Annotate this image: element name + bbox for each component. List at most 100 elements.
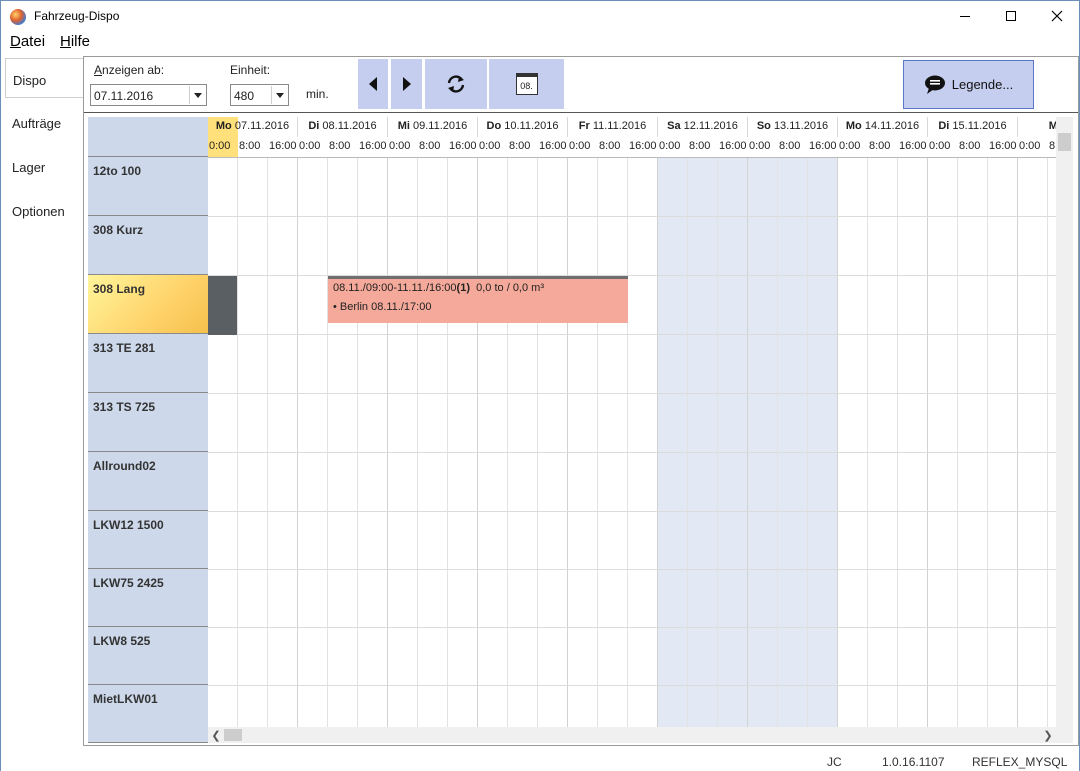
time-slot-header: 16:00 (719, 140, 747, 152)
booking-bar[interactable]: 08.11./09:00-11.11./16:00(1) 0,0 to / 0,… (328, 276, 628, 323)
start-date-select[interactable]: 07.11.2016 (90, 84, 207, 106)
app-icon (10, 9, 26, 25)
day-header: Mo 14.11.2016 (838, 117, 928, 137)
close-icon (1051, 10, 1063, 22)
time-slot-header: 0:00 (929, 140, 951, 152)
anzeigen-mnemonic: A (94, 63, 103, 77)
day-header: Di 15.11.2016 (928, 117, 1018, 137)
time-slot-header: 0:00 (749, 140, 771, 152)
anzeigen-ab-label: Anzeigen ab: (94, 63, 164, 77)
vehicle-row[interactable]: Allround02 (88, 452, 208, 511)
day-date: 12.11.2016 (683, 120, 738, 132)
status-database: REFLEX_MYSQL (972, 755, 1068, 769)
status-version: 1.0.16.1107 (882, 755, 945, 769)
slot-gridline (747, 158, 748, 727)
unit-select[interactable]: 480 (230, 84, 289, 106)
vehicle-row[interactable]: LKW8 525 (88, 627, 208, 685)
today-button[interactable]: 08. (489, 59, 564, 109)
slot-gridline (867, 158, 868, 727)
weekend-background (658, 158, 748, 727)
day-header: Sa 12.11.2016 (658, 117, 748, 137)
row-gridline (208, 627, 1056, 628)
day-date: 14.11.2016 (864, 120, 920, 132)
timeline[interactable]: 08.11./09:00-11.11./16:00(1) 0,0 to / 0,… (208, 117, 1056, 727)
time-slot-header: 8:00 (1049, 140, 1056, 152)
time-slot-header: 8:00 (869, 140, 891, 152)
row-gridline (208, 685, 1056, 686)
slot-gridline (237, 158, 238, 727)
slot-gridline (837, 158, 838, 727)
day-date: 07.11.2016 (234, 120, 290, 132)
vehicle-row[interactable]: 308 Lang (88, 275, 208, 334)
menu-hilfe-label: ilfe (70, 33, 91, 50)
day-of-week: Mi (397, 120, 410, 132)
chevron-down-icon[interactable] (271, 86, 287, 104)
day-header: Mi 16 (1018, 117, 1056, 137)
day-of-week: Mi (1048, 120, 1056, 132)
slot-gridline (387, 158, 388, 727)
horizontal-scrollbar[interactable]: ❮ ❯ (208, 727, 1056, 743)
time-slot-header: 8:00 (779, 140, 801, 152)
time-slot-header: 16:00 (989, 140, 1017, 152)
row-gridline (208, 393, 1056, 394)
nav-tab-auftraege[interactable]: Aufträge (5, 102, 83, 142)
minimize-button[interactable] (942, 1, 988, 31)
menu-hilfe[interactable]: Hilfe (60, 33, 90, 50)
calendar-icon-text: 08. (520, 80, 533, 91)
chevron-down-icon[interactable] (189, 86, 205, 104)
calendar-icon: 08. (515, 73, 538, 95)
vehicle-row[interactable]: 313 TS 725 (88, 393, 208, 452)
refresh-icon (447, 75, 465, 93)
unit-value: 480 (234, 89, 255, 103)
scroll-left-icon[interactable]: ❮ (208, 727, 224, 743)
arrow-left-icon (369, 77, 377, 91)
time-slot-header: 0:00 (299, 140, 321, 152)
row-gridline (208, 569, 1056, 570)
vehicle-row[interactable]: 308 Kurz (88, 216, 208, 275)
day-of-week: Di (308, 120, 320, 132)
slot-gridline (897, 158, 898, 727)
vertical-scroll-thumb[interactable] (1058, 133, 1071, 151)
day-header: Di 08.11.2016 (298, 117, 388, 137)
vertical-scrollbar[interactable] (1056, 117, 1073, 727)
refresh-button[interactable] (425, 59, 487, 109)
day-of-week: Fr (578, 120, 590, 132)
menu-datei[interactable]: Datei (10, 33, 45, 50)
legende-button[interactable]: Legende... (903, 60, 1034, 109)
horizontal-scroll-thumb[interactable] (224, 729, 242, 741)
vehicle-column-header (88, 117, 208, 157)
vehicle-row[interactable]: 313 TE 281 (88, 334, 208, 393)
next-button[interactable] (391, 59, 422, 109)
booking-load: 0,0 to / 0,0 m³ (476, 282, 544, 294)
nav-tab-lager[interactable]: Lager (5, 146, 83, 186)
slot-gridline (507, 158, 508, 727)
vehicle-row[interactable]: LKW12 1500 (88, 511, 208, 569)
vehicle-row[interactable]: 12to 100 (88, 157, 208, 216)
slot-gridline (657, 158, 658, 727)
app-window: Fahrzeug-Dispo Datei Hilfe Dispo Aufträg… (0, 0, 1080, 771)
row-gridline (208, 452, 1056, 453)
vehicle-row[interactable]: LKW75 2425 (88, 569, 208, 627)
maximize-button[interactable] (988, 1, 1034, 31)
slot-gridline (807, 158, 808, 727)
vehicle-row[interactable]: MietLKW01 (88, 685, 208, 743)
nav-tab-optionen[interactable]: Optionen (5, 190, 83, 230)
day-of-week: Mo (845, 120, 862, 132)
anzeigen-label-text: nzeigen ab: (102, 63, 165, 77)
unit-suffix: min. (306, 87, 329, 101)
previous-button[interactable] (358, 59, 388, 109)
occupied-block[interactable] (208, 276, 237, 335)
slot-gridline (777, 158, 778, 727)
slot-gridline (477, 158, 478, 727)
arrow-right-icon (402, 77, 411, 91)
slot-gridline (1017, 158, 1018, 727)
status-user: JC (827, 755, 842, 769)
day-date: 15.11.2016 (952, 120, 1007, 132)
nav-tab-dispo[interactable]: Dispo (5, 58, 83, 98)
row-gridline (208, 511, 1056, 512)
close-button[interactable] (1034, 1, 1080, 31)
scroll-right-icon[interactable]: ❯ (1040, 727, 1056, 743)
slot-gridline (417, 158, 418, 727)
toolbar: Anzeigen ab: 07.11.2016 Einheit: 480 min… (84, 57, 1078, 113)
slot-gridline (627, 158, 628, 727)
